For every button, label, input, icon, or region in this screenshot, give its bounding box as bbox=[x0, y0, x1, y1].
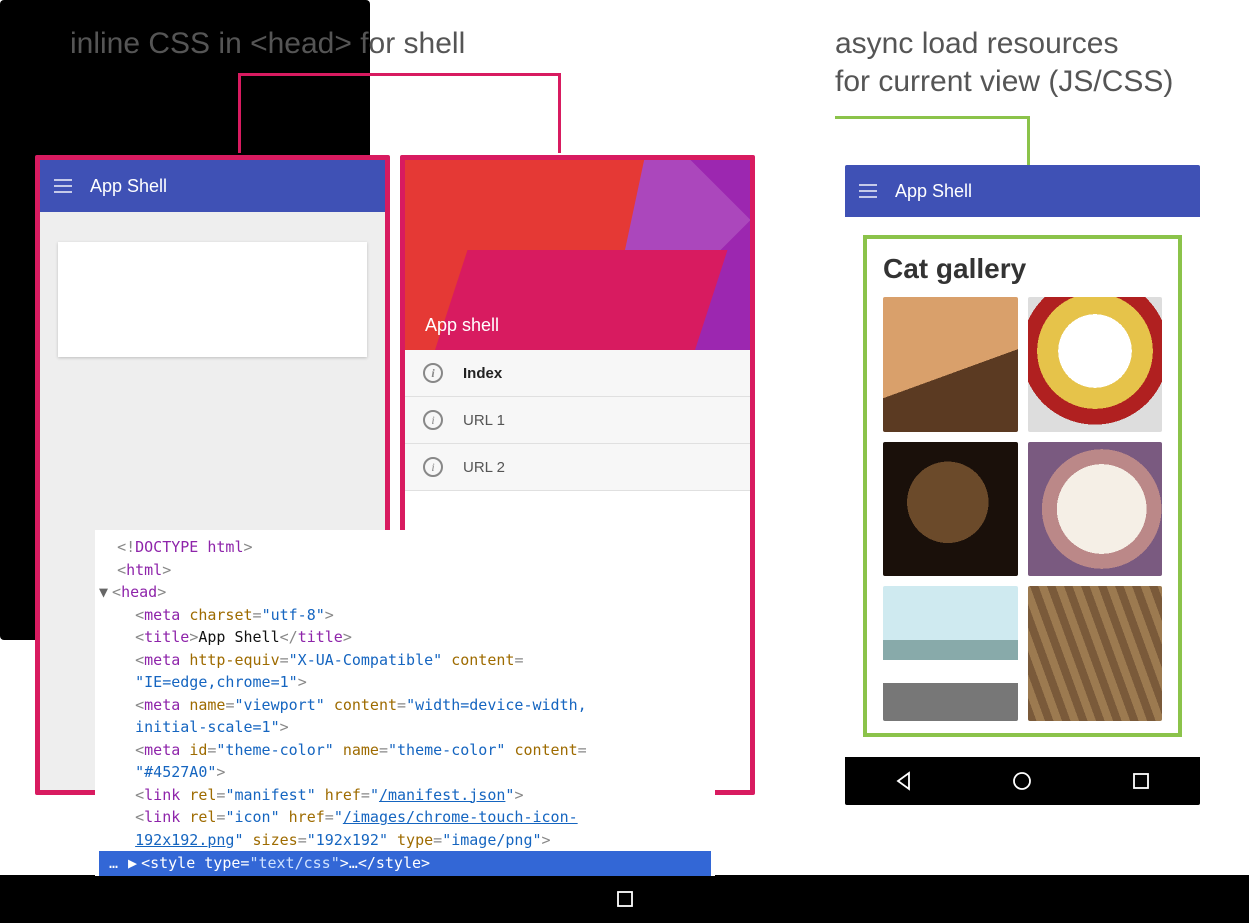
code-line: "IE=edge,chrome=1"> bbox=[99, 671, 711, 694]
devtools-code-snippet: <!DOCTYPE html> <html> ▼<head> <meta cha… bbox=[95, 530, 715, 876]
code-line: 192x192.png" sizes="192x192" type="image… bbox=[99, 829, 711, 852]
app-title: App Shell bbox=[895, 181, 972, 202]
phone-content-loaded: App Shell Cat gallery bbox=[845, 165, 1200, 805]
label-async-load: async load resources for current view (J… bbox=[835, 25, 1173, 100]
gallery-thumb[interactable] bbox=[883, 586, 1018, 721]
code-line: <meta id="theme-color" name="theme-color… bbox=[99, 739, 711, 762]
drawer-item-url1[interactable]: i URL 1 bbox=[405, 397, 750, 444]
gallery-thumb[interactable] bbox=[1028, 442, 1163, 577]
android-nav-bar bbox=[845, 757, 1200, 805]
code-line: <html> bbox=[99, 559, 711, 582]
info-icon: i bbox=[423, 410, 443, 430]
label-inline-css: inline CSS in <head> for shell bbox=[70, 25, 465, 63]
app-bar: App Shell bbox=[845, 165, 1200, 217]
image-gallery bbox=[883, 297, 1162, 721]
code-line: <!DOCTYPE html> bbox=[99, 536, 711, 559]
info-icon: i bbox=[423, 363, 443, 383]
drawer-item-label: Index bbox=[463, 365, 502, 382]
android-recents-icon bbox=[615, 889, 635, 909]
code-line: <meta name="viewport" content="width=dev… bbox=[99, 694, 711, 717]
drawer-item-label: URL 2 bbox=[463, 459, 505, 476]
app-bar: App Shell bbox=[40, 160, 385, 212]
android-home-icon[interactable] bbox=[1011, 770, 1033, 792]
code-line: <meta charset="utf-8"> bbox=[99, 604, 711, 627]
connector bbox=[238, 73, 241, 153]
connector bbox=[558, 73, 561, 153]
code-line: <meta http-equiv="X-UA-Compatible" conte… bbox=[99, 649, 711, 672]
code-line-highlighted: …▶<style type="text/css">…</style> bbox=[99, 851, 711, 876]
code-line: initial-scale=1"> bbox=[99, 716, 711, 739]
connector bbox=[238, 73, 560, 76]
android-recents-icon[interactable] bbox=[1131, 771, 1151, 791]
code-line: <link rel="manifest" href="/manifest.jso… bbox=[99, 784, 711, 807]
gallery-thumb[interactable] bbox=[1028, 586, 1163, 721]
gallery-thumb[interactable] bbox=[883, 297, 1018, 432]
hero-label: App shell bbox=[425, 315, 499, 336]
async-content-highlight: Cat gallery bbox=[863, 235, 1182, 737]
gallery-title: Cat gallery bbox=[883, 253, 1162, 285]
app-title: App Shell bbox=[90, 176, 167, 197]
code-line: <link rel="icon" href="/images/chrome-to… bbox=[99, 806, 711, 829]
code-line: "#4527A0"> bbox=[99, 761, 711, 784]
drawer-item-label: URL 1 bbox=[463, 412, 505, 429]
connector bbox=[835, 116, 1030, 119]
code-line: ▼<head> bbox=[99, 581, 711, 604]
android-back-icon[interactable] bbox=[894, 771, 914, 791]
hamburger-icon[interactable] bbox=[859, 184, 877, 198]
info-icon: i bbox=[423, 457, 443, 477]
drawer-item-url2[interactable]: i URL 2 bbox=[405, 444, 750, 491]
empty-card bbox=[58, 242, 367, 357]
gallery-thumb[interactable] bbox=[883, 442, 1018, 577]
drawer-item-index[interactable]: i Index bbox=[405, 350, 750, 397]
gallery-thumb[interactable] bbox=[1028, 297, 1163, 432]
code-line: <title>App Shell</title> bbox=[99, 626, 711, 649]
hamburger-icon[interactable] bbox=[54, 179, 72, 193]
drawer-hero: App shell bbox=[405, 160, 750, 350]
